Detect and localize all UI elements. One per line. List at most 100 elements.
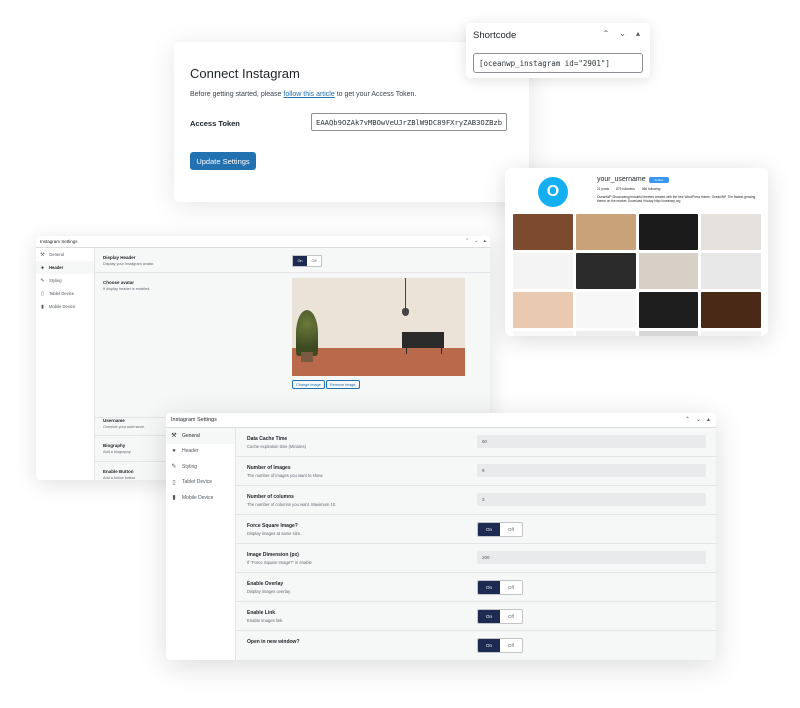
setting-description: Display images overlay. <box>247 589 291 594</box>
mobile-icon: ▮ <box>41 303 44 310</box>
triangle-up-icon[interactable]: ▴ <box>707 416 710 423</box>
settings-sidebar: ⚒ General ● Header ✎ Styling ▯ Tablet Device… <box>36 248 95 480</box>
tablet-icon: ▯ <box>172 479 176 486</box>
wrench-icon: ⚒ <box>40 251 45 258</box>
setting-label: Number of columns <box>247 494 294 500</box>
feed-image[interactable] <box>701 292 761 328</box>
sidebar-item-tablet[interactable]: ▯ Tablet Device <box>166 475 235 491</box>
tablet-icon: ▯ <box>41 290 44 297</box>
profile-bio: OceanWP Showcasing beautiful themes crea… <box>597 195 756 203</box>
sidebar-item-tablet[interactable]: ▯ Tablet Device <box>36 287 94 300</box>
general-settings-main: Data Cache Time Cache expiration time (Mi… <box>236 428 716 660</box>
setting-toggle[interactable]: On Off <box>477 522 523 537</box>
chevron-up-icon[interactable]: ⌃ <box>685 416 690 423</box>
setting-input[interactable]: 200 <box>477 551 706 564</box>
posts-count: 21 posts <box>597 187 610 191</box>
feed-image[interactable] <box>513 214 573 250</box>
feed-image[interactable] <box>638 214 699 250</box>
connect-title: Connect Instagram <box>190 66 300 81</box>
feed-image[interactable] <box>575 214 636 250</box>
setting-row: Enable Overlay Display images overlay. On O… <box>236 573 716 602</box>
following-count: 566 following <box>641 187 661 191</box>
setting-row: Display Header Display your Instagram av… <box>95 248 490 273</box>
instagram-feed-preview: O your_username Follow 21 posts 879 foll… <box>505 168 768 336</box>
feed-image[interactable] <box>638 292 699 328</box>
setting-label: Force Square Image? <box>247 523 298 529</box>
general-settings-panel: Instagram Settings ⌃ ⌄ ▴ ⚒ General ● Heade… <box>166 413 716 660</box>
follow-article-link[interactable]: follow this article <box>283 91 334 98</box>
setting-description: Enable images link. <box>247 618 284 623</box>
setting-input[interactable]: 3 <box>477 493 706 506</box>
feed-image[interactable] <box>638 331 699 336</box>
setting-label: Enable Overlay <box>247 581 284 587</box>
setting-toggle[interactable]: On Off <box>477 638 523 653</box>
sidebar-item-styling[interactable]: ✎ Styling <box>36 274 94 287</box>
setting-description: Display images at same size. <box>247 531 302 536</box>
sidebar-item-header[interactable]: ● Header <box>166 444 235 460</box>
access-token-label: Access Token <box>190 119 240 128</box>
shortcode-input[interactable]: [oceanwp_instagram id="2901"] <box>473 53 643 73</box>
setting-row: Choose avatar If display header is enabl… <box>95 273 490 418</box>
access-token-input[interactable]: EAAQb9OZAk7vMBOwVeUJrZBlW9DC89FXryZAB3OZ… <box>311 113 507 131</box>
sidebar-item-general[interactable]: ⚒ General <box>36 248 94 261</box>
setting-input[interactable]: 9 <box>477 464 706 477</box>
follow-button[interactable]: Follow <box>649 177 669 183</box>
chevron-down-icon[interactable]: ⌄ <box>619 29 626 38</box>
user-icon: ● <box>172 448 176 455</box>
panel-title: Instagram Settings <box>40 239 78 244</box>
feed-image[interactable] <box>701 253 761 289</box>
feed-image[interactable] <box>513 331 573 336</box>
setting-row: Enable Link Enable images link. On Off <box>236 602 716 631</box>
setting-label: Data Cache Time <box>247 436 288 442</box>
avatar: O <box>538 177 568 207</box>
setting-row: Force Square Image? Display images at sam… <box>236 515 716 544</box>
chevron-down-icon[interactable]: ⌄ <box>696 416 701 423</box>
feed-image[interactable] <box>513 292 573 328</box>
mobile-icon: ▮ <box>172 495 176 502</box>
setting-input[interactable]: 60 <box>477 435 706 448</box>
avatar-image <box>292 278 465 376</box>
feed-image[interactable] <box>575 331 636 336</box>
feed-image[interactable] <box>701 214 761 250</box>
change-image-button[interactable]: Change image <box>292 380 325 389</box>
wrench-icon: ⚒ <box>171 433 177 440</box>
setting-row: Number of Images The number of images you… <box>236 457 716 486</box>
remove-image-button[interactable]: Remove image <box>326 380 360 389</box>
feed-image[interactable] <box>701 331 761 336</box>
feed-image[interactable] <box>513 253 573 289</box>
chevron-up-icon[interactable]: ⌃ <box>465 238 469 244</box>
setting-toggle[interactable]: On Off <box>477 609 523 624</box>
feed-image[interactable] <box>575 292 636 328</box>
update-settings-button[interactable]: Update Settings <box>190 152 256 170</box>
feed-image[interactable] <box>575 253 636 289</box>
panel-title: Instagram Settings <box>171 417 217 423</box>
sidebar-item-general[interactable]: ⚒ General <box>166 428 235 444</box>
triangle-up-icon[interactable]: ▴ <box>483 238 486 244</box>
setting-description: If "Force Square Image?" is enable <box>247 560 312 565</box>
setting-row: Number of columns The number of columns y… <box>236 486 716 515</box>
feed-image[interactable] <box>638 253 699 289</box>
setting-row: Open in new window? On Off <box>236 631 716 660</box>
setting-label: Enable Link <box>247 610 276 616</box>
chevron-up-icon[interactable]: ⌃ <box>603 29 610 38</box>
image-grid <box>513 214 761 336</box>
setting-row: Data Cache Time Cache expiration time (Mi… <box>236 428 716 457</box>
setting-label: Number of Images <box>247 465 291 471</box>
setting-description: Cache expiration time (Minutes) <box>247 444 307 449</box>
setting-description: The number of columns you want. Maximum … <box>247 502 337 507</box>
preview-username: your_username <box>597 176 646 183</box>
sidebar-item-styling[interactable]: ✎ Styling <box>166 459 235 475</box>
sidebar-item-header[interactable]: ● Header <box>36 261 94 274</box>
profile-stats: 21 posts 879 followers 566 following <box>597 187 660 191</box>
settings-sidebar: ⚒ General ● Header ✎ Styling ▯ Tablet Device… <box>166 428 236 660</box>
sidebar-item-mobile[interactable]: ▮ Mobile Device <box>166 490 235 506</box>
shortcode-box: Shortcode ⌃ ⌄ ▴ [oceanwp_instagram id="2… <box>466 23 650 78</box>
display-header-toggle[interactable]: On Off <box>292 255 322 267</box>
chevron-down-icon[interactable]: ⌄ <box>474 238 478 244</box>
setting-toggle[interactable]: On Off <box>477 580 523 595</box>
connect-description: Before getting started, please follow th… <box>190 91 417 98</box>
brush-icon: ✎ <box>40 277 45 284</box>
triangle-up-icon[interactable]: ▴ <box>636 29 640 38</box>
setting-description: The number of images you want to show. <box>247 473 324 478</box>
sidebar-item-mobile[interactable]: ▮ Mobile Device <box>36 300 94 313</box>
